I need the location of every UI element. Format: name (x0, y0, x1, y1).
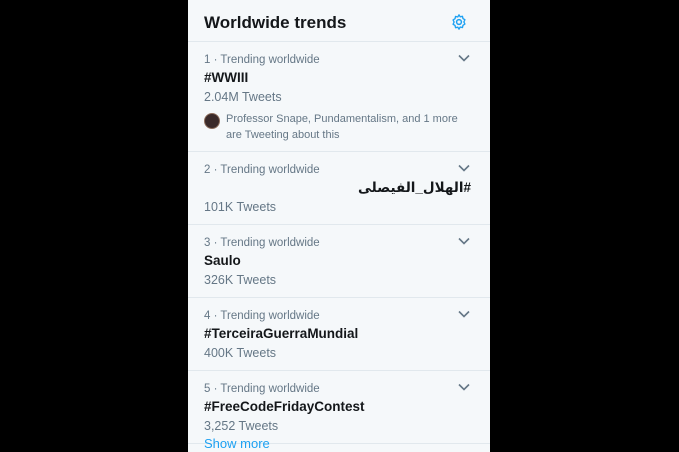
trend-item[interactable]: 2 · Trending worldwide #الهلال_الفيصلى 1… (188, 152, 490, 225)
gear-icon[interactable] (450, 13, 468, 31)
trend-meta: 3 · Trending worldwide (204, 237, 320, 249)
show-more-link[interactable]: Show more (204, 436, 270, 451)
trend-meta: 5 · Trending worldwide (204, 383, 320, 395)
trend-name[interactable]: #FreeCodeFridayContest (204, 398, 474, 416)
trend-count: 400K Tweets (204, 346, 277, 360)
trend-context: Professor Snape, Pundamentalism, and 1 m… (204, 111, 474, 143)
trend-name[interactable]: #الهلال_الفيصلى (204, 179, 474, 197)
trend-meta: 4 · Trending worldwide (204, 310, 320, 322)
trend-name[interactable]: #WWIII (204, 69, 474, 87)
trend-name[interactable]: #TerceiraGuerraMundial (204, 325, 474, 343)
chevron-down-icon[interactable] (458, 54, 470, 62)
trends-panel: Worldwide trends 1 · Trending worldwide … (188, 0, 490, 452)
chevron-down-icon[interactable] (458, 164, 470, 172)
trend-count: 3,252 Tweets (204, 419, 279, 433)
trend-count: 326K Tweets (204, 273, 277, 287)
avatar (204, 113, 220, 129)
trend-item[interactable]: 1 · Trending worldwide #WWIII 2.04M Twee… (188, 42, 490, 152)
trend-context-text: Professor Snape, Pundamentalism, and 1 m… (226, 113, 458, 141)
trend-count: 101K Tweets (204, 200, 277, 214)
trends-header: Worldwide trends (188, 0, 490, 42)
chevron-down-icon[interactable] (458, 237, 470, 245)
trend-name[interactable]: Saulo (204, 252, 474, 270)
chevron-down-icon[interactable] (458, 310, 470, 318)
trend-meta: 2 · Trending worldwide (204, 164, 320, 176)
trend-meta: 1 · Trending worldwide (204, 54, 320, 66)
chevron-down-icon[interactable] (458, 383, 470, 391)
trend-item[interactable]: 3 · Trending worldwide Saulo 326K Tweets (188, 225, 490, 298)
trend-item[interactable]: 4 · Trending worldwide #TerceiraGuerraMu… (188, 298, 490, 371)
trend-count: 2.04M Tweets (204, 90, 282, 104)
trends-title: Worldwide trends (204, 13, 347, 32)
trend-item[interactable]: 5 · Trending worldwide #FreeCodeFridayCo… (188, 371, 490, 444)
